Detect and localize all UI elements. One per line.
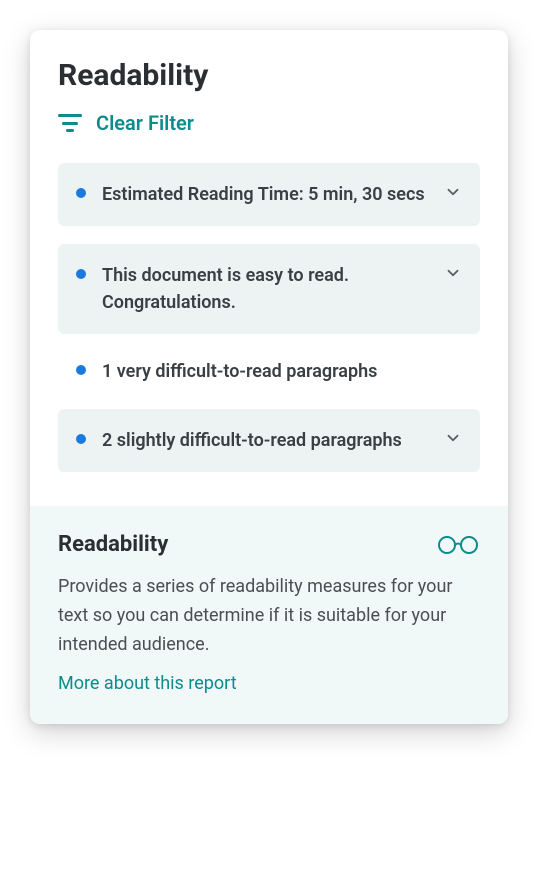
readability-panel: Readability Clear Filter Estimated Readi… [30, 30, 508, 724]
item-label: Estimated Reading Time: 5 min, 30 secs [102, 181, 428, 208]
bullet-icon [76, 365, 86, 375]
item-slightly-difficult[interactable]: 2 slightly difficult-to-read paragraphs [58, 409, 480, 472]
panel-body: Readability Clear Filter Estimated Readi… [30, 30, 508, 472]
more-about-link[interactable]: More about this report [58, 673, 237, 694]
clear-filter-button[interactable]: Clear Filter [96, 111, 194, 135]
chevron-down-icon [444, 183, 462, 201]
glasses-icon [436, 535, 480, 555]
chevron-down-icon [444, 264, 462, 282]
item-label: This document is easy to read. Congratul… [102, 262, 428, 316]
filter-row: Clear Filter [58, 111, 480, 135]
item-reading-time[interactable]: Estimated Reading Time: 5 min, 30 secs [58, 163, 480, 226]
filter-icon [58, 114, 82, 132]
info-header: Readability [58, 532, 480, 557]
item-label: 1 very difficult-to-read paragraphs [102, 358, 462, 385]
page-title: Readability [58, 58, 480, 93]
bullet-icon [76, 434, 86, 444]
readability-items: Estimated Reading Time: 5 min, 30 secs T… [58, 163, 480, 472]
chevron-down-icon [444, 429, 462, 447]
info-section: Readability Provides a series of readabi… [30, 506, 508, 724]
item-label: 2 slightly difficult-to-read paragraphs [102, 427, 428, 454]
info-description: Provides a series of readability measure… [58, 573, 480, 659]
info-title: Readability [58, 532, 168, 557]
bullet-icon [76, 269, 86, 279]
item-very-difficult[interactable]: 1 very difficult-to-read paragraphs [58, 352, 480, 391]
bullet-icon [76, 188, 86, 198]
item-easy-to-read[interactable]: This document is easy to read. Congratul… [58, 244, 480, 334]
